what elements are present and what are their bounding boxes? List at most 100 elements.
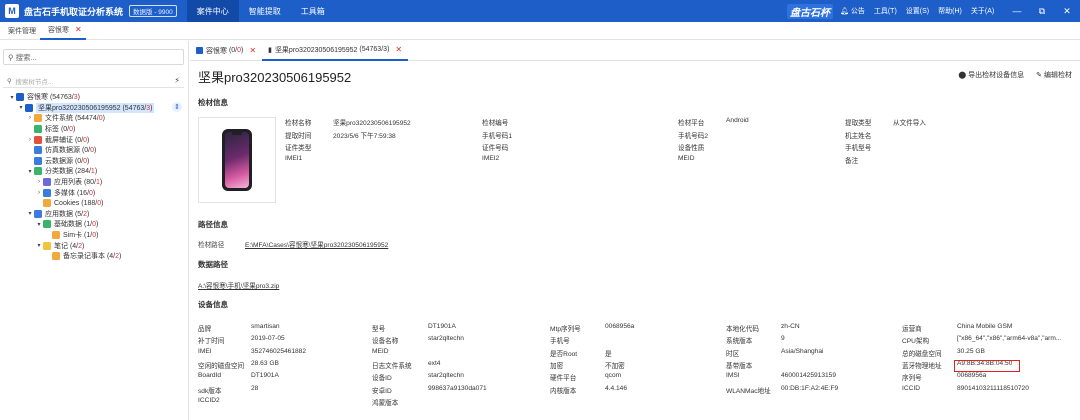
material-field-label: 检材名称: [285, 120, 312, 127]
case-icon: [196, 47, 203, 54]
expand-caret-icon[interactable]: ▾: [17, 104, 25, 111]
material-field-label: 提取时间: [285, 132, 312, 140]
clear-filter-icon[interactable]: ⚡: [174, 76, 180, 85]
tab-case[interactable]: 容恨寒 (0/0) ✕: [190, 41, 262, 61]
restore-button[interactable]: ⧉: [1031, 0, 1053, 22]
phone-icon: ▮: [268, 46, 272, 54]
tree-node[interactable]: › 多媒体 (16/0): [0, 187, 189, 198]
section-device: 设备信息: [198, 300, 228, 309]
tools-menu[interactable]: 工具(T): [874, 6, 897, 16]
tree-node-label: 应用列表 (80/1): [54, 179, 103, 187]
device-field-label: MEID: [372, 347, 389, 355]
settings-menu[interactable]: 设置(S): [906, 6, 929, 16]
notice-menu[interactable]: 🔔︎ 公告: [840, 6, 865, 16]
node-icon: [34, 146, 42, 155]
bell-icon: 🔔︎: [840, 8, 849, 15]
tree-node[interactable]: 备忘录记事本 (4/2): [0, 251, 189, 262]
close-tab-icon[interactable]: ✕: [249, 46, 256, 55]
tree-node[interactable]: 仿真数据源 (0/0): [0, 145, 189, 156]
node-icon: [52, 252, 60, 261]
device-field-value: 不加密: [605, 362, 625, 370]
device-field-label: 本地化代码: [726, 326, 759, 333]
nav-toolbox[interactable]: 工具箱: [291, 0, 335, 22]
tree-node[interactable]: › 应用列表 (80/1): [0, 177, 189, 188]
inner-tabs: 容恨寒 (0/0) ✕ ▮ 坚果pro320230506195952 (5476…: [190, 41, 1080, 61]
expand-caret-icon[interactable]: ▾: [35, 242, 43, 249]
expand-caret-icon[interactable]: ▾: [26, 168, 34, 175]
device-field-label: 系统版本: [726, 338, 753, 346]
nav-case-center[interactable]: 案件中心: [186, 0, 239, 22]
device-field-value: 2019-07-05: [251, 335, 285, 343]
material-path-link[interactable]: E:\MFA\Cases\容恨寒\坚果pro320230506195952: [245, 239, 388, 249]
tree-node[interactable]: Cookies (188/0): [0, 198, 189, 209]
tab-device[interactable]: ▮ 坚果pro320230506195952 (54763/3) ✕: [262, 41, 409, 61]
tree-node[interactable]: 云数据源 (0/0): [0, 156, 189, 167]
device-field-label: WLANMac地址: [726, 387, 771, 395]
device-field-label: 硬件平台: [550, 375, 577, 383]
expand-caret-icon[interactable]: ›: [35, 190, 43, 196]
tree-node[interactable]: ▾ 分类数据 (284/1): [0, 166, 189, 177]
minimize-button[interactable]: —: [1006, 0, 1028, 22]
node-icon: [43, 220, 51, 229]
top-nav: 案件中心 智能提取 工具箱: [186, 0, 335, 22]
export-device-info-button[interactable]: ⬤ 导出检材设备信息: [958, 70, 1024, 80]
tree-filter-input[interactable]: ⚲ 搜索树节点... ⚡: [3, 74, 184, 88]
expand-caret-icon[interactable]: ▾: [35, 221, 43, 228]
tree-node[interactable]: Sim卡 (1/0): [0, 230, 189, 241]
device-field-value: zh-CN: [781, 323, 800, 330]
tree-node[interactable]: 标签 (0/0): [0, 124, 189, 135]
tree-node[interactable]: › 截屏辅证 (0/0): [0, 134, 189, 145]
device-field-label: 内核版本: [550, 387, 577, 395]
device-field-label: 时区: [726, 350, 740, 358]
tree-node[interactable]: › 文件系统 (54474/0): [0, 113, 189, 124]
tree-node-label: 应用数据 (5/2): [45, 210, 90, 218]
material-field-label: 手机型号: [845, 145, 872, 152]
device-field-label: 总的磁盘空间: [902, 350, 942, 358]
scroll-locate-icon[interactable]: ⇕: [172, 102, 182, 112]
tree-node[interactable]: ▾ 应用数据 (5/2): [0, 209, 189, 220]
material-field-label: IMEI2: [482, 154, 500, 162]
node-icon: [52, 231, 60, 240]
device-field-label: 设备ID: [372, 375, 392, 383]
search-icon: ⚲: [8, 52, 14, 62]
device-field-label: CPU架构: [902, 338, 930, 346]
material-field-label: 提取类型: [845, 120, 872, 127]
tree-node-label: 云数据源 (0/0): [45, 157, 90, 165]
tree-node[interactable]: ▾ 基础数据 (1/0): [0, 219, 189, 230]
data-path-link[interactable]: A:\容恨寒\手机\坚果pro3.zip: [198, 280, 279, 290]
node-icon: [34, 209, 42, 218]
device-field-label: Mtp序列号: [550, 326, 581, 333]
tree-node-label: 基础数据 (1/0): [54, 221, 99, 229]
tree-node-label: 截屏辅证 (0/0): [45, 136, 90, 144]
material-field-value: Android: [726, 117, 749, 124]
nav-smart-extract[interactable]: 智能提取: [239, 0, 291, 22]
tab-case-management[interactable]: 案件管理: [0, 22, 40, 40]
close-tab-icon[interactable]: ✕: [75, 25, 82, 34]
device-field-value: DT1901A: [428, 323, 456, 330]
tree-node-label: 文件系统 (54474/0): [45, 115, 105, 123]
expand-caret-icon[interactable]: ▾: [26, 210, 34, 217]
device-field-label: 加密: [550, 362, 564, 370]
help-menu[interactable]: 帮助(H): [938, 6, 962, 16]
tree-node[interactable]: ▾ 容恨寒 (54763/3): [0, 92, 189, 103]
expand-caret-icon[interactable]: ▾: [8, 94, 16, 101]
device-field-value: qcom: [605, 372, 622, 380]
tree-node[interactable]: ▾ 笔记 (4/2): [0, 240, 189, 251]
expand-caret-icon[interactable]: ›: [26, 115, 34, 121]
tab-case-rhh[interactable]: 容恨寒 ✕: [40, 22, 86, 40]
expand-caret-icon[interactable]: ›: [35, 179, 43, 185]
search-input[interactable]: ⚲ 搜索...: [3, 49, 184, 65]
expand-caret-icon[interactable]: ›: [26, 137, 34, 143]
close-tab-icon[interactable]: ✕: [395, 45, 402, 54]
device-field-value: 28.63 GB: [251, 359, 279, 367]
tree-node-label: 容恨寒 (54763/3): [27, 94, 80, 102]
close-window-button[interactable]: ✕: [1056, 0, 1078, 22]
device-field-value: 0068956a: [957, 372, 987, 380]
device-field-value: 0068956a: [605, 323, 635, 330]
node-icon: [34, 135, 42, 144]
device-field-label: 手机号: [550, 338, 570, 346]
edit-material-button[interactable]: ✎ 编辑检材: [1036, 70, 1072, 80]
tree-node[interactable]: ▾ 坚果pro320230506195952 (54763/3): [0, 102, 189, 114]
about-menu[interactable]: 关于(A): [971, 6, 994, 16]
device-field-value: smartisan: [251, 323, 280, 330]
